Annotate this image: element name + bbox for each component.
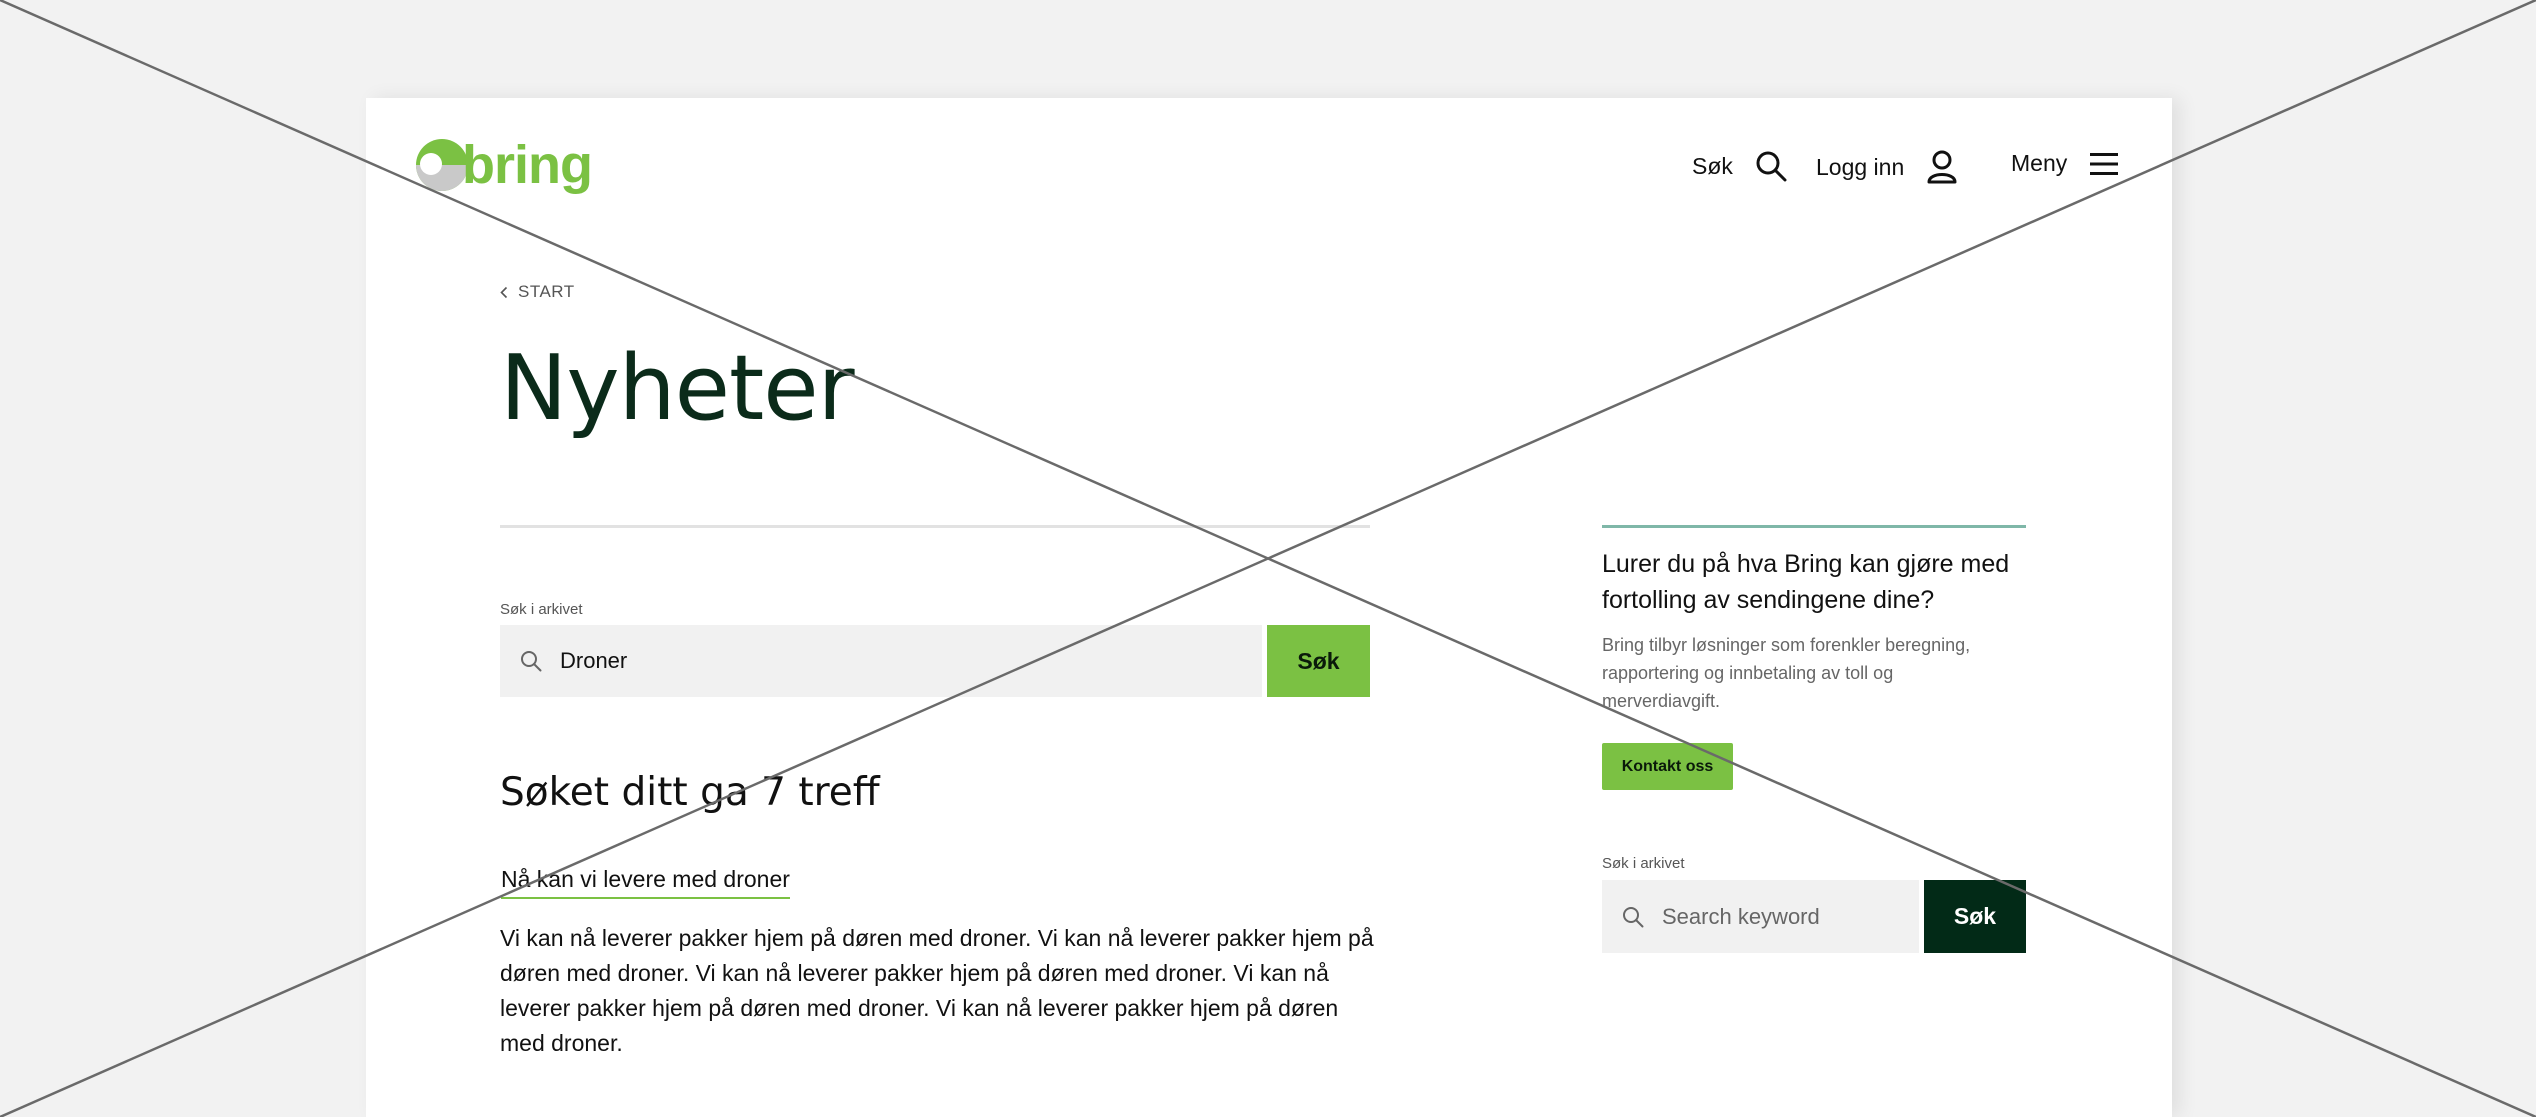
chevron-left-icon [500,286,508,298]
title-divider [500,525,1370,528]
breadcrumb[interactable]: START [500,282,575,302]
sidebar-search-placeholder: Search keyword [1662,903,1820,929]
sidebar-search-label: Søk i arkivet [1602,855,1685,872]
search-icon [521,651,542,672]
header-search-label: Søk [1692,152,1733,179]
sidebar-heading: Lurer du på hva Bring kan gjøre med fort… [1602,550,2010,614]
archive-search-value: Droner [560,648,628,673]
hamburger-menu-icon [2090,152,2119,175]
archive-search-button[interactable]: Søk [1267,625,1370,697]
contact-us-button[interactable]: Kontakt oss [1602,743,1733,790]
sidebar-text: Bring tilbyr løsninger som forenkler ber… [1602,635,1971,711]
page-card: bring Søk Logg inn Meny START Nyheter Sø… [366,98,2172,1117]
results-heading: Søket ditt ga 7 treff [500,770,880,815]
archive-search-input[interactable]: Droner [500,625,1262,697]
header-search-button[interactable]: Søk [1692,150,1787,182]
breadcrumb-label: START [518,282,575,301]
user-icon [1927,150,1957,184]
sidebar-search-input[interactable]: Search keyword [1602,880,1919,953]
article-title-link[interactable]: Nå kan vi levere med droner [501,866,790,899]
header-login-button[interactable]: Logg inn [1816,150,1958,184]
archive-search-label: Søk i arkivet [500,601,583,618]
article-excerpt: Vi kan nå leverer pakker hjem på døren m… [500,925,1374,1056]
sidebar-divider [1602,525,2026,528]
bring-logo[interactable]: bring [414,135,593,195]
logo-text: bring [462,135,593,195]
header-login-label: Logg inn [1816,153,1905,180]
search-icon [1623,906,1644,927]
page-title: Nyheter [500,336,855,441]
sidebar-search-button[interactable]: Søk [1924,880,2026,953]
header-menu-label: Meny [2011,150,2068,176]
search-icon [1756,151,1787,182]
header-menu-button[interactable]: Meny [2011,150,2119,177]
